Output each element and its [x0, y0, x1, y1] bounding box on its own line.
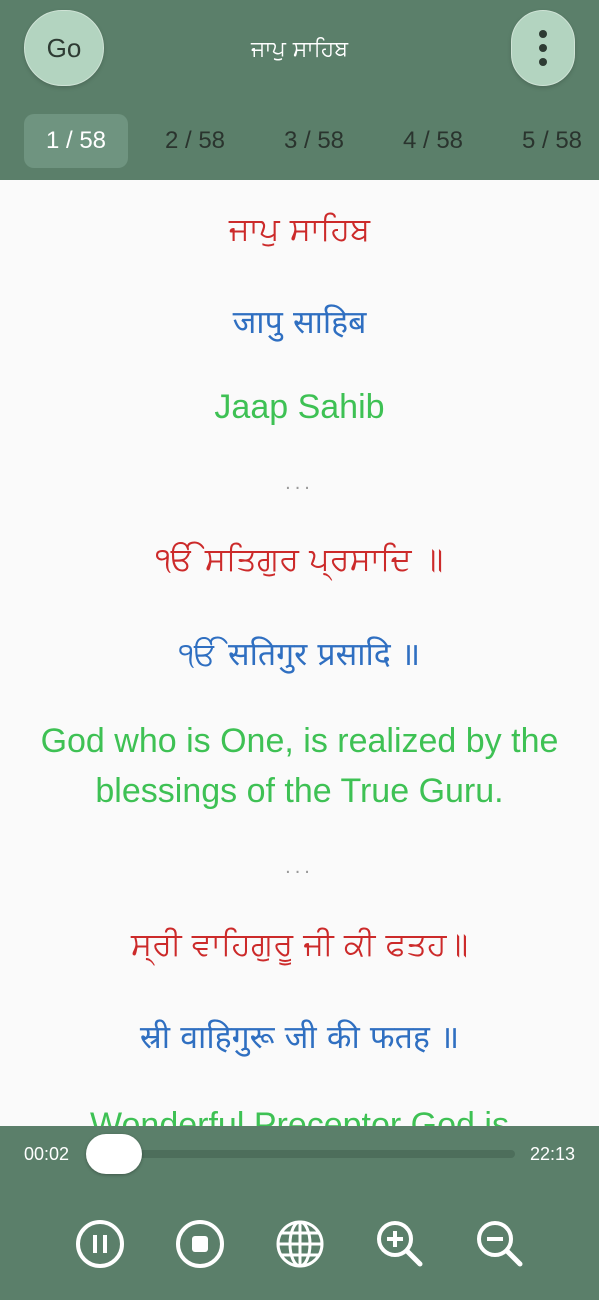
more-vertical-icon — [539, 30, 547, 38]
globe-icon — [276, 1220, 324, 1268]
go-button[interactable]: Go — [24, 10, 104, 86]
verse-english: Jaap Sahib — [214, 388, 385, 426]
tab-page-3[interactable]: 3 / 58 — [262, 114, 366, 168]
pause-icon — [76, 1220, 124, 1268]
more-vertical-icon-dot — [539, 58, 547, 66]
verse-hindi: जापु साहिब — [232, 303, 367, 341]
total-time: 22:13 — [529, 1144, 575, 1164]
seek-track[interactable] — [92, 1150, 515, 1158]
tab-page-2[interactable]: 2 / 58 — [143, 114, 247, 168]
verse-separator: ... — [285, 472, 314, 494]
verse-hindi: स्री वाहिगुरू जी की फतह ॥ — [139, 1018, 460, 1056]
tab-page-4[interactable]: 4 / 58 — [381, 114, 485, 168]
verse-content[interactable]: ਜਾਪੁ ਸਾਹਿਬ जापु साहिब Jaap Sahib ... ੴ ਸ… — [0, 180, 599, 1126]
stop-icon — [176, 1220, 224, 1268]
language-button[interactable] — [274, 1218, 326, 1270]
audio-player: 00:02 22:13 — [0, 1126, 599, 1300]
zoom-in-button[interactable] — [374, 1218, 426, 1270]
zoom-out-icon — [477, 1221, 523, 1267]
verse-english: God who is One, is realized by the bless… — [40, 722, 559, 810]
elapsed-time: 00:02 — [24, 1144, 70, 1164]
pause-button[interactable] — [74, 1218, 126, 1270]
menu-button[interactable] — [511, 10, 575, 86]
verse-gurmukhi: ਜਾਪੁ ਸਾਹਿਬ — [228, 210, 371, 248]
page-title: ਜਾਪੁ ਸਾਹਿਬ — [250, 37, 349, 62]
page-tabs: 1 / 58 2 / 58 3 / 58 4 / 58 5 / 58 — [0, 114, 599, 170]
verse-gurmukhi: ਸ੍ਰੀ ਵਾਹਿਗੁਰੂ ਜੀ ਕੀ ਫਤਹ॥ — [130, 925, 469, 963]
tab-page-5[interactable]: 5 / 58 — [500, 114, 599, 168]
verse-separator: ... — [285, 856, 314, 878]
seek-slider-thumb[interactable] — [86, 1134, 142, 1174]
tab-page-1[interactable]: 1 / 58 — [24, 114, 128, 168]
verse-hindi: ੴ सतिगुर प्रसादि ॥ — [178, 635, 421, 673]
header-bar: Go ਜਾਪੁ ਸਾਹਿਬ 1 / 58 2 / 58 3 / 58 4 / 5… — [0, 0, 599, 180]
zoom-out-button[interactable] — [474, 1218, 526, 1270]
stop-button[interactable] — [174, 1218, 226, 1270]
verse-gurmukhi: ੴ ਸਤਿਗੁਰ ਪ੍ਰਸਾਦਿ ॥ — [155, 540, 444, 578]
zoom-in-icon — [377, 1221, 423, 1267]
more-vertical-icon-dot — [539, 44, 547, 52]
verse-english: Wonderful Preceptor God is — [90, 1106, 509, 1126]
